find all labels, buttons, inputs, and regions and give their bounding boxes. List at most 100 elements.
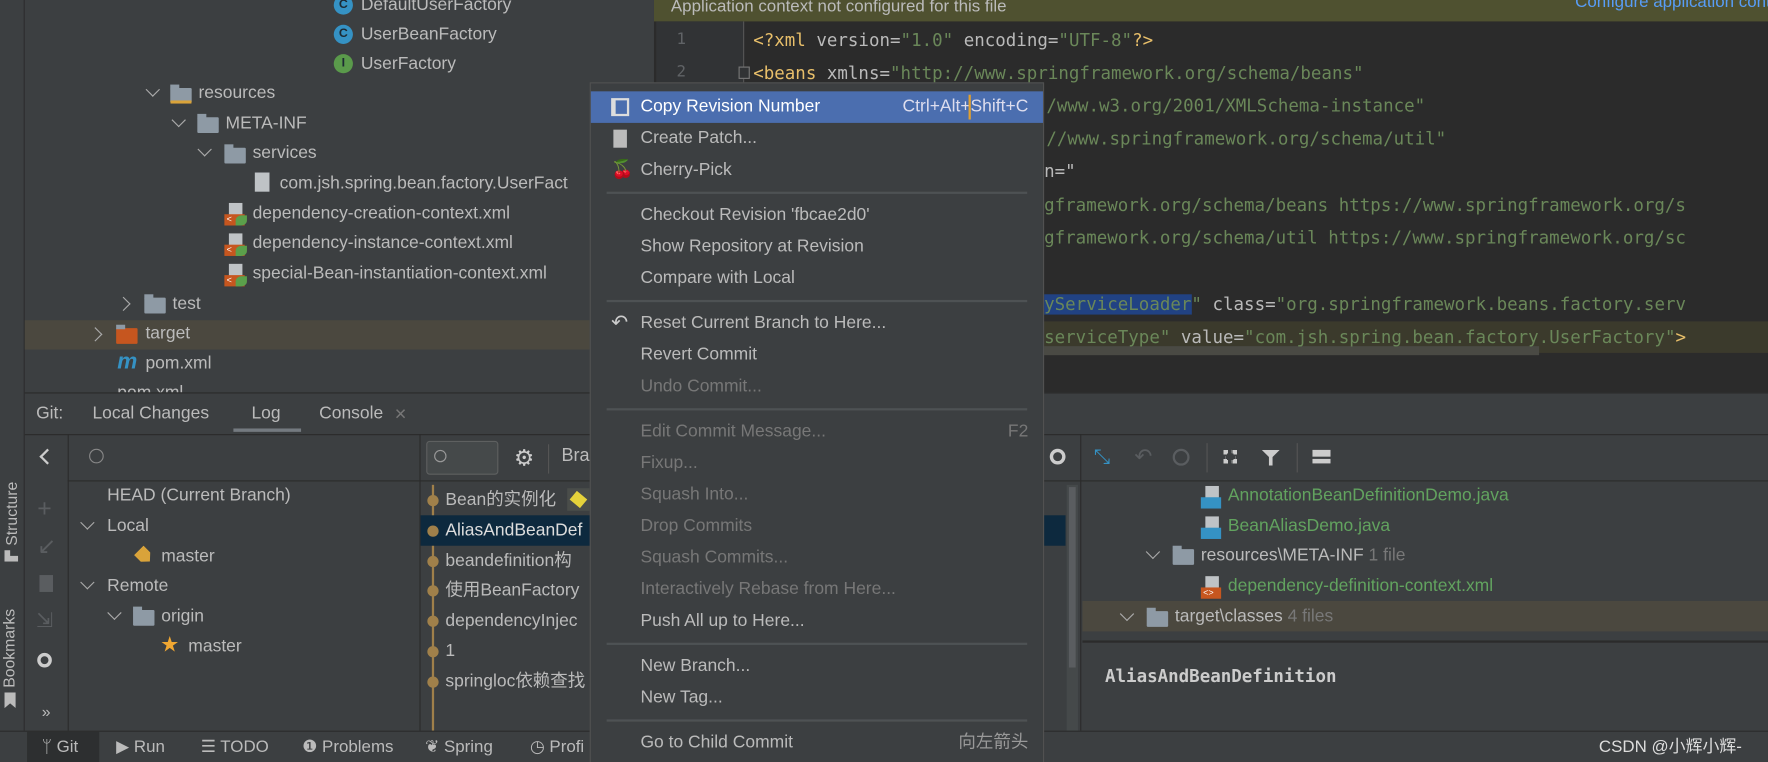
status-item-todo[interactable]: ☰ TODO [201, 733, 269, 762]
tree-item-file[interactable]: dependency-instance-context.xml [253, 229, 513, 258]
gear-icon[interactable]: ⚙ [514, 444, 534, 472]
spring-xml-icon: < [224, 202, 247, 226]
menu-separator [591, 186, 1043, 200]
menu-item-new-branch[interactable]: New Branch... [591, 651, 1043, 683]
branch-group-remote[interactable]: Remote [107, 572, 168, 601]
tree-item-services[interactable]: services [253, 139, 317, 168]
changed-file[interactable]: AnnotationBeanDefinitionDemo.java [1228, 481, 1509, 510]
menu-item-revert-commit[interactable]: Revert Commit [591, 339, 1043, 371]
more-icon[interactable]: » [42, 702, 51, 720]
menu-item-new-tag[interactable]: New Tag... [591, 682, 1043, 714]
menu-item-squash-commits[interactable]: Squash Commits... [591, 542, 1043, 574]
changed-file[interactable]: BeanAliasDemo.java [1228, 512, 1390, 541]
menu-item-push-all[interactable]: Push All up to Here... [591, 605, 1043, 637]
branch-icon: ᛘ [41, 737, 52, 757]
code-line-5: n=" [1044, 161, 1076, 182]
menu-item-cherry-pick[interactable]: 🍒 Cherry-Pick [591, 154, 1043, 186]
folder-icon [1172, 545, 1195, 565]
divider [1082, 640, 1768, 643]
code-line-7: gframework.org/schema/util https://www.s… [1044, 227, 1686, 249]
merge-icon[interactable]: ⇲ [36, 609, 53, 633]
bookmarks-tool-button[interactable]: Bookmarks [0, 598, 23, 688]
menu-item-fixup[interactable]: Fixup... [591, 448, 1043, 480]
active-tab-underline [233, 428, 302, 432]
structure-tool-button[interactable]: Structure [2, 469, 25, 546]
code-line-3: /www.w3.org/2001/XMLSchema-instance" [1046, 95, 1426, 117]
menu-item-undo-commit[interactable]: Undo Commit... [591, 371, 1043, 403]
menu-item-copy-revision[interactable]: Copy Revision Number Ctrl+Alt+Shift+C [590, 91, 1043, 123]
checkout-icon[interactable]: ↙ [37, 532, 56, 560]
spring-xml-icon: < [224, 263, 247, 287]
undo-icon[interactable]: ↶ [1134, 444, 1152, 470]
divider [67, 434, 69, 733]
menu-item-reset-branch[interactable]: ↶ Reset Current Branch to Here... [591, 308, 1043, 340]
close-icon[interactable]: × [395, 397, 407, 431]
tree-item[interactable]: UserFactory [361, 50, 456, 79]
fold-marker-icon[interactable] [738, 66, 750, 79]
java-file-icon [1200, 516, 1222, 539]
menu-item-squash-into[interactable]: Squash Into... [591, 479, 1043, 511]
menu-item-interactive-rebase[interactable]: Interactively Rebase from Here... [591, 574, 1043, 606]
status-item-profiler[interactable]: ◷ Profi [530, 733, 584, 762]
configure-context-link[interactable]: Configure application context [1575, 0, 1768, 11]
branch-group-origin[interactable]: origin [161, 602, 204, 631]
branch-search-icon[interactable] [89, 448, 104, 464]
tree-item-pom[interactable]: pom.xml [145, 350, 211, 379]
expand-collapse-icon[interactable]: ⤡ [1094, 445, 1110, 469]
code-line-10: serviceType" value="com.jsh.spring.bean.… [1044, 326, 1687, 348]
commit-node [427, 585, 439, 597]
profiler-icon: ◷ [529, 737, 545, 757]
status-item-git[interactable]: ᛘ Git [42, 733, 78, 762]
changed-dir[interactable]: resources\META-INF 1 file [1201, 541, 1406, 570]
tree-item-file[interactable]: special-Bean-instantiation-context.xml [253, 259, 547, 288]
history-icon[interactable] [1172, 448, 1190, 466]
status-item-spring[interactable]: ❦ Spring [425, 733, 493, 762]
search-icon[interactable] [37, 652, 52, 668]
menu-item-show-repository[interactable]: Show Repository at Revision [591, 231, 1043, 263]
tab-console[interactable]: Console [319, 397, 383, 431]
branch-head[interactable]: HEAD (Current Branch) [107, 481, 291, 510]
warning-icon: ❶ [302, 737, 318, 757]
status-item-run[interactable]: ▶ Run [116, 733, 165, 762]
tree-item-pom[interactable]: pom.xml [117, 379, 183, 392]
menu-item-create-patch[interactable]: Create Patch... [591, 123, 1043, 155]
group-by-icon[interactable] [1223, 449, 1237, 464]
log-scrollbar[interactable] [1066, 484, 1078, 733]
log-search-icon[interactable] [1049, 448, 1066, 465]
tree-item-meta-inf[interactable]: META-INF [226, 109, 307, 138]
menu-item-drop-commits[interactable]: Drop Commits [591, 511, 1043, 543]
xml-file-icon: <> [1200, 576, 1222, 599]
tree-item-file[interactable]: com.jsh.spring.bean.factory.UserFact [280, 169, 568, 198]
menu-item-compare-local[interactable]: Compare with Local [591, 263, 1043, 295]
code-line-6: gframework.org/schema/beans https://www.… [1044, 195, 1686, 216]
branch-origin-master[interactable]: master [188, 633, 241, 662]
changed-dir[interactable]: target\classes 4 files [1175, 602, 1333, 631]
folder-icon [1146, 607, 1169, 627]
tree-item-resources[interactable]: resources [198, 79, 275, 108]
branch-local-master[interactable]: master [161, 542, 214, 571]
tree-item-file[interactable]: dependency-creation-context.xml [253, 200, 510, 229]
folder-icon [197, 113, 219, 134]
list-icon: ☰ [200, 737, 216, 757]
add-branch-icon[interactable]: + [37, 494, 51, 523]
status-item-problems[interactable]: ❶ Problems [302, 733, 393, 762]
structure-icon [4, 550, 19, 562]
tab-local-changes[interactable]: Local Changes [92, 397, 209, 431]
tree-item-test[interactable]: test [173, 290, 201, 319]
layout-icon[interactable] [1312, 449, 1331, 464]
commit-node [427, 676, 439, 688]
tree-item-target[interactable]: target [145, 319, 190, 348]
commit-node [427, 494, 439, 507]
tree-item[interactable]: DefaultUserFactory [361, 0, 512, 20]
menu-item-go-to-child[interactable]: Go to Child Commit 向左箭头 [591, 727, 1043, 759]
changed-file[interactable]: dependency-definition-context.xml [1228, 572, 1493, 601]
tree-item[interactable]: UserBeanFactory [361, 20, 497, 49]
branch-filter-dropdown[interactable]: Bra [562, 447, 590, 467]
delete-icon[interactable] [39, 575, 53, 592]
class-icon: C [333, 24, 353, 44]
menu-item-edit-message[interactable]: Edit Commit Message... F2 [591, 416, 1043, 448]
branch-group-local[interactable]: Local [107, 512, 149, 541]
menu-item-checkout-revision[interactable]: Checkout Revision 'fbcae2d0' [591, 200, 1043, 232]
tab-log[interactable]: Log [251, 397, 280, 431]
resources-folder-icon [170, 84, 192, 104]
